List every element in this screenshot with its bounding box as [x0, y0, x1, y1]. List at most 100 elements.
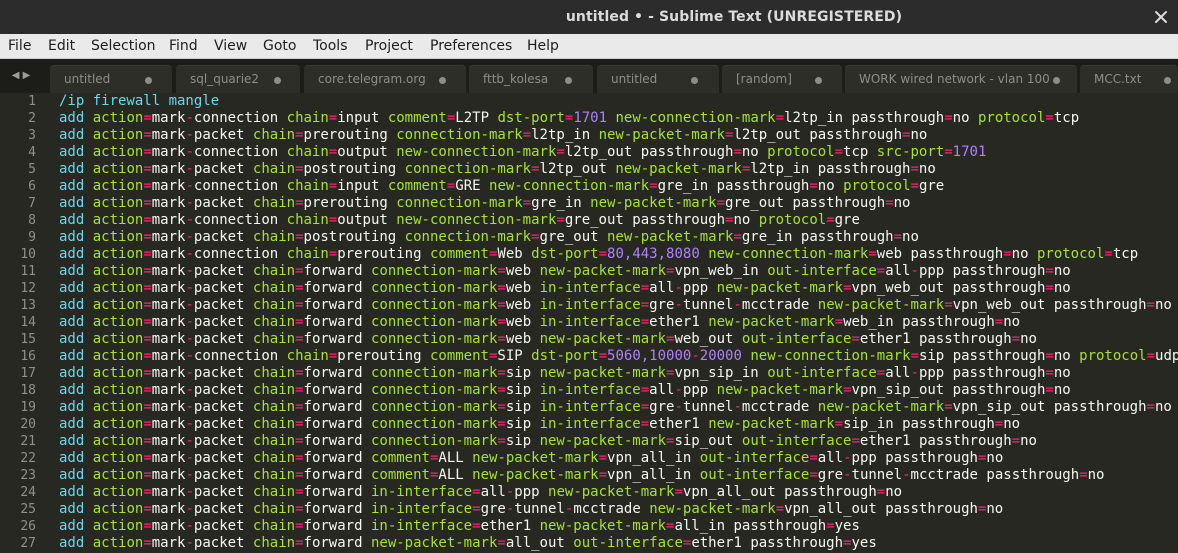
chevron-right-icon[interactable]: ▶	[23, 70, 31, 81]
unsaved-dot-icon[interactable]	[565, 77, 572, 84]
code-token: passthrough	[784, 484, 877, 500]
code-token: add	[59, 314, 85, 330]
code-editor[interactable]: 1/ip firewall mangle 2 add action=mark-con…	[0, 93, 1178, 553]
code-token: packet	[193, 382, 245, 398]
tab-scroll-arrows[interactable]: ◀ ▶	[0, 59, 42, 93]
code-token: =	[556, 144, 565, 160]
code-text[interactable]: add action=mark-packet chain=forward con…	[59, 365, 1071, 382]
code-token: -	[185, 195, 194, 211]
unsaved-dot-icon[interactable]	[274, 77, 281, 84]
menu-project[interactable]: Project	[365, 34, 413, 59]
code-text[interactable]: add action=mark-packet chain=prerouting …	[59, 195, 910, 212]
menu-selection[interactable]: Selection	[91, 34, 156, 59]
code-token: in-interface	[539, 382, 641, 398]
code-text[interactable]: add action=mark-packet chain=forward in-…	[59, 501, 1003, 518]
tab-mcc-txt[interactable]: MCC.txt	[1080, 65, 1178, 93]
code-token: action	[92, 399, 144, 415]
code-text[interactable]: add action=mark-connection chain=output …	[59, 144, 986, 161]
tab-random[interactable]: [random]	[722, 65, 842, 93]
code-token: =	[295, 416, 304, 432]
code-text[interactable]: add action=mark-packet chain=forward in-…	[59, 518, 860, 535]
code-token: all	[649, 382, 675, 398]
code-token: action	[92, 297, 144, 313]
unsaved-dot-icon[interactable]	[815, 77, 822, 84]
tab-label: core.telegram.org	[318, 72, 426, 86]
tab-label: untitled	[611, 72, 658, 86]
code-token: protocol	[1079, 348, 1147, 364]
tab-core-telegram-org[interactable]: core.telegram.org	[304, 65, 466, 93]
code-token: mark	[151, 297, 186, 313]
code-text[interactable]: add action=mark-packet chain=forward con…	[59, 433, 1037, 450]
code-text[interactable]: add action=mark-packet chain=forward con…	[59, 399, 1172, 416]
code-text[interactable]: add action=mark-packet chain=forward new…	[59, 535, 877, 552]
code-token: all	[885, 263, 911, 279]
code-token: all	[885, 365, 911, 381]
code-text[interactable]: add action=mark-packet chain=forward con…	[59, 314, 1020, 331]
code-token: Web	[497, 246, 523, 262]
code-text[interactable]: add action=mark-packet chain=forward in-…	[59, 484, 902, 501]
code-text[interactable]: add action=mark-connection chain=prerout…	[59, 246, 1138, 263]
code-text[interactable]: add action=mark-packet chain=forward con…	[59, 331, 1037, 348]
code-token: chain	[252, 450, 296, 466]
code-text[interactable]: add action=mark-packet chain=postrouting…	[59, 229, 919, 246]
code-text[interactable]: add action=mark-packet chain=prerouting …	[59, 127, 927, 144]
code-text[interactable]: add action=mark-packet chain=postrouting…	[59, 161, 936, 178]
code-token: 5060,10000	[607, 348, 692, 364]
code-text[interactable]: add action=mark-connection chain=prerout…	[59, 348, 1178, 365]
code-token: =	[775, 501, 785, 517]
code-token: =	[885, 195, 894, 211]
unsaved-dot-icon[interactable]	[439, 77, 446, 84]
menu-help[interactable]: Help	[527, 34, 559, 59]
menu-goto[interactable]: Goto	[263, 34, 296, 59]
code-text[interactable]: /ip firewall mangle	[59, 93, 219, 110]
unsaved-dot-icon[interactable]	[145, 77, 152, 84]
code-token: packet	[193, 467, 245, 483]
code-token: mark	[151, 382, 186, 398]
code-text[interactable]: add action=mark-connection chain=input c…	[59, 110, 1079, 127]
menu-edit[interactable]: Edit	[48, 34, 75, 59]
code-text[interactable]: add action=mark-packet chain=forward con…	[59, 382, 1071, 399]
menu-file[interactable]: File	[8, 34, 31, 59]
tab-sql-quarie2[interactable]: sql_quarie2	[176, 65, 300, 93]
code-text[interactable]: add action=mark-packet chain=forward com…	[59, 467, 1104, 484]
code-text[interactable]: add action=mark-packet chain=forward com…	[59, 450, 1003, 467]
tab-untitled[interactable]: untitled	[50, 65, 172, 93]
code-token: passthrough	[792, 195, 886, 211]
close-icon[interactable]	[1154, 10, 1168, 24]
menu-find[interactable]: Find	[169, 34, 198, 59]
code-text[interactable]: add action=mark-connection chain=input c…	[59, 178, 944, 195]
code-text[interactable]: add action=mark-packet chain=forward con…	[59, 297, 1172, 314]
code-text[interactable]: add action=mark-packet chain=forward con…	[59, 280, 1071, 297]
tab-untitled-2[interactable]: untitled	[597, 65, 719, 93]
code-token: =	[1011, 331, 1021, 347]
code-text[interactable]: add action=mark-packet chain=forward con…	[59, 263, 1071, 280]
code-token: in-interface	[539, 416, 641, 432]
menu-preferences[interactable]: Preferences	[430, 34, 512, 59]
tab-work-wired-network[interactable]: WORK wired network - vlan 100	[845, 65, 1077, 93]
code-token: mark	[151, 246, 186, 262]
menu-view[interactable]: View	[214, 34, 247, 59]
code-token: =	[143, 365, 152, 381]
menu-tools[interactable]: Tools	[313, 34, 348, 59]
code-token: =	[733, 229, 742, 245]
code-token: =	[295, 365, 304, 381]
unsaved-dot-icon[interactable]	[691, 77, 698, 84]
tab-fttb-kolesa[interactable]: fttb_kolesa	[469, 65, 593, 93]
code-token: packet	[193, 195, 245, 211]
code-text[interactable]: add action=mark-connection chain=output …	[59, 212, 860, 229]
code-token: web	[505, 263, 532, 279]
chevron-left-icon[interactable]: ◀	[12, 70, 20, 81]
unsaved-dot-icon[interactable]	[1053, 77, 1060, 84]
code-text[interactable]: add action=mark-packet chain=forward con…	[59, 416, 1020, 433]
code-token: web	[505, 331, 532, 347]
unsaved-dot-icon[interactable]	[1164, 77, 1171, 84]
